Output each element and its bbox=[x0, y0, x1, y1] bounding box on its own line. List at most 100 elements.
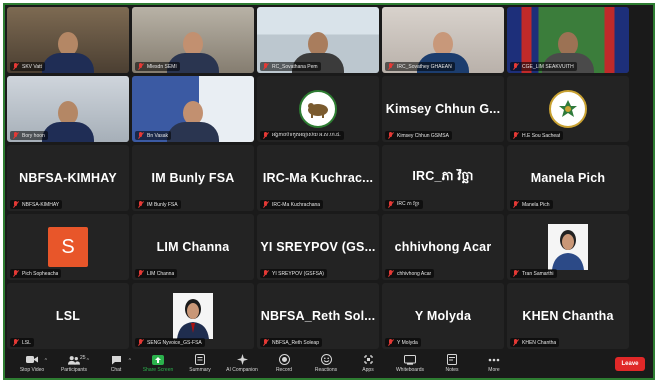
participant-name-text: Manela Pich bbox=[522, 201, 550, 208]
toolbar-button-label: Chat bbox=[110, 366, 122, 373]
participant-name-label: KHEN Chantha bbox=[510, 338, 560, 347]
participant-name-label: chhivhong Acar bbox=[385, 269, 435, 278]
toolbar-button-label: AI Companion bbox=[226, 366, 258, 373]
muted-microphone-icon bbox=[138, 132, 144, 139]
participant-tile[interactable]: Bory hoon bbox=[7, 76, 129, 142]
participant-name-text: YI SREYPOV (GSFSA) bbox=[272, 270, 324, 277]
participant-name-text: Mlesdn SEMI bbox=[147, 63, 177, 70]
participant-name-label: Bory hoon bbox=[10, 131, 48, 140]
record-icon bbox=[278, 354, 290, 365]
participant-tile[interactable]: IRC-Ma Kuchrac... IRC-Ma Kuchrachana bbox=[257, 145, 379, 211]
leave-button[interactable]: Leave bbox=[615, 356, 645, 371]
whiteboard-icon bbox=[404, 354, 416, 365]
muted-microphone-icon bbox=[513, 132, 519, 139]
participant-display-name: IRC_ភា វិច្ឆា bbox=[412, 169, 474, 183]
toolbar-stop-video-button[interactable]: ^ Stop Video bbox=[11, 355, 53, 373]
toolbar-apps-button[interactable]: Apps bbox=[347, 355, 389, 373]
summary-icon bbox=[194, 354, 206, 365]
participant-name-label: Pich Sopheacha bbox=[10, 269, 62, 278]
participant-name-label: Mlesdn SEMI bbox=[135, 62, 180, 71]
toolbar-notes-button[interactable]: Notes bbox=[431, 354, 473, 373]
muted-microphone-icon bbox=[263, 132, 269, 139]
participant-tile[interactable]: LIM Channa LIM Channa bbox=[132, 214, 254, 280]
participant-name-text: NBFSA_Reth Soleap bbox=[272, 339, 319, 346]
participant-display-name: LSL bbox=[55, 309, 81, 323]
muted-microphone-icon bbox=[13, 201, 19, 208]
ai-companion-icon bbox=[236, 354, 248, 365]
participant-tile[interactable]: អង្គភាពបិទកូតអធ្យាស័យ អ.ស.ហ.ជ. bbox=[257, 76, 379, 142]
participant-tile[interactable]: CGE_LIM SEAKVUITH bbox=[507, 7, 629, 73]
toolbar-button-label: Apps bbox=[362, 366, 374, 373]
chevron-up-icon[interactable]: ^ bbox=[45, 358, 47, 364]
chevron-up-icon[interactable]: ^ bbox=[129, 358, 131, 364]
toolbar-record-button[interactable]: Record bbox=[263, 354, 305, 373]
profile-photo bbox=[173, 293, 213, 339]
muted-microphone-icon bbox=[13, 270, 19, 277]
muted-microphone-icon bbox=[388, 63, 394, 70]
participant-tile[interactable]: IRC_ភា វិច្ឆា IRC ភា វិច្ឆា bbox=[382, 145, 504, 211]
toolbar-ai-companion-button[interactable]: AI Companion bbox=[221, 354, 263, 373]
participant-name-text: Bn Vasak bbox=[147, 132, 169, 139]
reactions-icon bbox=[320, 354, 332, 365]
participant-tile[interactable]: Mlesdn SEMI bbox=[132, 7, 254, 73]
toolbar-whiteboards-button[interactable]: Whiteboards bbox=[389, 354, 431, 373]
profile-photo bbox=[548, 224, 588, 270]
participant-name-label: Y Molyda bbox=[385, 338, 421, 347]
meeting-toolbar: ^ Stop Video 25 ^ Participants ^ Chat Share Scr… bbox=[5, 349, 653, 378]
toolbar-more-button[interactable]: More bbox=[473, 355, 515, 373]
muted-microphone-icon bbox=[263, 201, 269, 208]
participant-tile[interactable]: NBFSA_Reth Sol... NBFSA_Reth Soleap bbox=[257, 283, 379, 349]
participant-tile[interactable]: SENG Nyvoice_GS-FSA bbox=[132, 283, 254, 349]
participants-icon bbox=[68, 355, 80, 365]
participant-name-text: KHEN Chantha bbox=[522, 339, 557, 346]
participant-display-name: IM Bunly FSA bbox=[151, 171, 235, 185]
toolbar-button-label: Share Screen bbox=[142, 366, 174, 373]
participant-tile[interactable]: IRC_Sovathey GHAEAN bbox=[382, 7, 504, 73]
participant-display-name: YI SREYPOV (GS... bbox=[260, 240, 376, 254]
participant-display-name: NBFSA_Reth Sol... bbox=[260, 309, 376, 323]
participant-tile[interactable]: Bn Vasak bbox=[132, 76, 254, 142]
participant-name-text: RC_Sovathana Pem bbox=[272, 63, 318, 70]
muted-microphone-icon bbox=[138, 201, 144, 208]
toolbar-summary-button[interactable]: Summary bbox=[179, 354, 221, 373]
toolbar-share-screen-button[interactable]: Share Screen bbox=[137, 354, 179, 373]
participant-name-text: IRC_Sovathey GHAEAN bbox=[397, 63, 452, 70]
chevron-up-icon[interactable]: ^ bbox=[87, 358, 89, 364]
participant-tile[interactable]: Tran Samarthi bbox=[507, 214, 629, 280]
participant-name-text: អង្គភាពបិទកូតអធ្យាស័យ អ.ស.ហ.ជ. bbox=[272, 132, 341, 138]
participant-name-label: CGE_LIM SEAKVUITH bbox=[510, 62, 577, 71]
participant-name-text: LSL bbox=[22, 339, 31, 346]
muted-microphone-icon bbox=[388, 270, 394, 277]
participant-display-name: LIM Channa bbox=[156, 240, 230, 254]
toolbar-chat-button[interactable]: ^ Chat bbox=[95, 355, 137, 373]
toolbar-reactions-button[interactable]: Reactions bbox=[305, 354, 347, 373]
toolbar-button-label: Record bbox=[275, 366, 293, 373]
chat-icon bbox=[110, 355, 122, 365]
participant-tile[interactable]: SKV Vatt bbox=[7, 7, 129, 73]
participant-figure bbox=[42, 101, 94, 142]
participant-name-text: Pich Sopheacha bbox=[22, 270, 59, 277]
participant-tile[interactable]: KHEN Chantha KHEN Chantha bbox=[507, 283, 629, 349]
participant-tile[interactable]: YI SREYPOV (GS... YI SREYPOV (GSFSA) bbox=[257, 214, 379, 280]
participant-tile[interactable]: S Pich Sopheacha bbox=[7, 214, 129, 280]
participant-tile[interactable]: IM Bunly FSA IM Bunly FSA bbox=[132, 145, 254, 211]
participant-tile[interactable]: NBFSA-KIMHAY NBFSA-KIMHAY bbox=[7, 145, 129, 211]
participant-tile[interactable]: Manela Pich Manela Pich bbox=[507, 145, 629, 211]
participant-tile[interactable]: LSL LSL bbox=[7, 283, 129, 349]
muted-microphone-icon bbox=[13, 339, 19, 346]
participant-name-label: IM Bunly FSA bbox=[135, 200, 181, 209]
participant-display-name: IRC-Ma Kuchrac... bbox=[262, 171, 374, 185]
toolbar-participants-button[interactable]: 25 ^ Participants bbox=[53, 355, 95, 373]
muted-microphone-icon bbox=[138, 270, 144, 277]
participant-name-text: IM Bunly FSA bbox=[147, 201, 178, 208]
participant-tile[interactable]: RC_Sovathana Pem bbox=[257, 7, 379, 73]
toolbar-button-label: Whiteboards bbox=[395, 366, 425, 373]
participant-name-label: Kimsey Chhun GSMSA bbox=[385, 131, 452, 140]
participant-tile[interactable]: H.E Sou Sacheat bbox=[507, 76, 629, 142]
muted-microphone-icon bbox=[513, 270, 519, 277]
participant-tile[interactable]: Y Molyda Y Molyda bbox=[382, 283, 504, 349]
participant-tile[interactable]: Kimsey Chhun G... Kimsey Chhun GSMSA bbox=[382, 76, 504, 142]
muted-microphone-icon bbox=[513, 63, 519, 70]
participant-tile[interactable]: chhivhong Acar chhivhong Acar bbox=[382, 214, 504, 280]
participant-name-text: chhivhong Acar bbox=[397, 270, 432, 277]
